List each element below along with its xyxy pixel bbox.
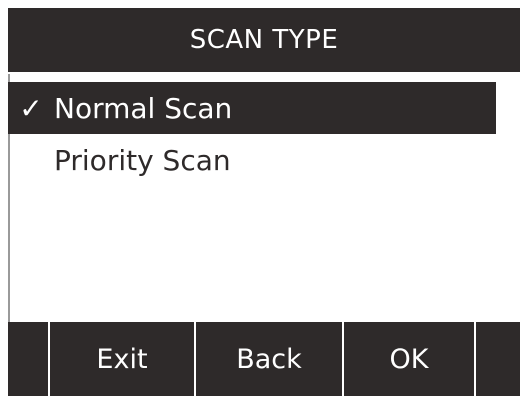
softkey-bar: Exit Back OK [8,322,520,396]
exit-button[interactable]: Exit [48,322,194,396]
softkey-right-blank[interactable] [474,322,516,396]
ok-button-label: OK [389,343,429,375]
screen-title: SCAN TYPE [189,25,339,55]
exit-button-label: Exit [96,343,148,375]
softkey-left-blank[interactable] [8,322,48,396]
back-button[interactable]: Back [194,322,342,396]
menu-item-label: Priority Scan [54,143,231,177]
device-screen: SCAN TYPE ✓ Normal Scan ✓ Priority Scan … [8,8,520,396]
menu-item-normal-scan[interactable]: ✓ Normal Scan [8,82,496,134]
back-button-label: Back [236,343,302,375]
check-icon: ✓ [19,91,43,125]
title-divider [8,72,520,75]
title-bar: SCAN TYPE [8,8,520,72]
menu-item-label: Normal Scan [54,91,233,125]
menu-item-priority-scan[interactable]: ✓ Priority Scan [8,134,520,186]
scan-type-menu: ✓ Normal Scan ✓ Priority Scan [8,82,520,186]
ok-button[interactable]: OK [342,322,474,396]
